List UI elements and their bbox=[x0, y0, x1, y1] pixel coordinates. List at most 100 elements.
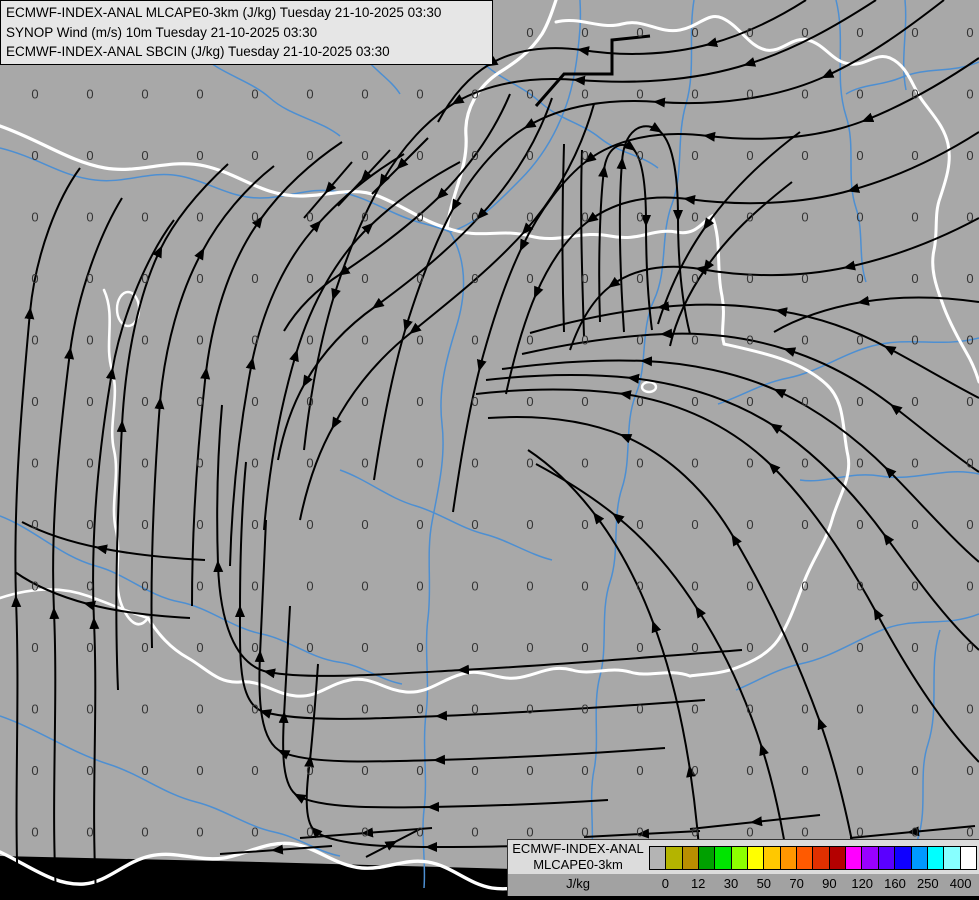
station-value: 0 bbox=[306, 579, 313, 594]
station-value: 0 bbox=[471, 394, 478, 409]
station-value: 0 bbox=[746, 579, 753, 594]
station-value: 0 bbox=[361, 579, 368, 594]
station-value: 0 bbox=[801, 517, 808, 532]
station-value: 0 bbox=[196, 640, 203, 655]
station-value: 0 bbox=[801, 640, 808, 655]
legend-tick-label: 250 bbox=[916, 876, 939, 891]
station-value: 0 bbox=[911, 640, 918, 655]
station-value: 0 bbox=[31, 333, 38, 348]
legend-tick-label: 70 bbox=[789, 876, 804, 891]
station-value: 0 bbox=[691, 210, 698, 225]
station-value: 0 bbox=[141, 517, 148, 532]
title-line-mlcape: ECMWF-INDEX-ANAL MLCAPE0-3km (J/kg) Tues… bbox=[6, 5, 442, 20]
station-value: 0 bbox=[251, 640, 258, 655]
station-value: 0 bbox=[141, 456, 148, 471]
station-value: 0 bbox=[911, 87, 918, 102]
station-value: 0 bbox=[636, 210, 643, 225]
station-value: 0 bbox=[691, 25, 698, 40]
station-value: 0 bbox=[691, 456, 698, 471]
station-value: 0 bbox=[141, 702, 148, 717]
station-value: 0 bbox=[306, 271, 313, 286]
legend-color-cell bbox=[730, 846, 749, 870]
station-value: 0 bbox=[746, 148, 753, 163]
station-value: 0 bbox=[31, 517, 38, 532]
legend-color-cell bbox=[877, 846, 896, 870]
station-value: 0 bbox=[966, 579, 973, 594]
station-value: 0 bbox=[966, 333, 973, 348]
station-value: 0 bbox=[691, 825, 698, 840]
station-value: 0 bbox=[581, 825, 588, 840]
station-value: 0 bbox=[636, 394, 643, 409]
station-value: 0 bbox=[361, 825, 368, 840]
station-value: 0 bbox=[86, 87, 93, 102]
station-value: 0 bbox=[636, 25, 643, 40]
station-value: 0 bbox=[306, 825, 313, 840]
legend-color-cell bbox=[894, 846, 912, 870]
station-value: 0 bbox=[856, 640, 863, 655]
station-value: 0 bbox=[306, 702, 313, 717]
station-value: 0 bbox=[471, 210, 478, 225]
station-value: 0 bbox=[86, 394, 93, 409]
station-value: 0 bbox=[471, 456, 478, 471]
station-value: 0 bbox=[526, 333, 533, 348]
station-value: 0 bbox=[636, 517, 643, 532]
station-value: 0 bbox=[31, 579, 38, 594]
station-value: 0 bbox=[801, 333, 808, 348]
station-value: 0 bbox=[306, 394, 313, 409]
station-value: 0 bbox=[691, 763, 698, 778]
station-value: 0 bbox=[31, 825, 38, 840]
station-value: 0 bbox=[691, 579, 698, 594]
station-value: 0 bbox=[361, 456, 368, 471]
station-value: 0 bbox=[636, 702, 643, 717]
station-value: 0 bbox=[801, 702, 808, 717]
station-value: 0 bbox=[141, 210, 148, 225]
station-value: 0 bbox=[801, 579, 808, 594]
station-value: 0 bbox=[31, 210, 38, 225]
station-value: 0 bbox=[526, 640, 533, 655]
station-value: 0 bbox=[581, 25, 588, 40]
station-value: 0 bbox=[966, 517, 973, 532]
station-value: 0 bbox=[471, 517, 478, 532]
station-value: 0 bbox=[141, 333, 148, 348]
station-value: 0 bbox=[911, 25, 918, 40]
legend-color-cell bbox=[828, 846, 847, 870]
legend-titles: ECMWF-INDEX-ANAL MLCAPE0-3km bbox=[508, 841, 648, 873]
station-value: 0 bbox=[141, 271, 148, 286]
station-value: 0 bbox=[856, 333, 863, 348]
station-value: 0 bbox=[196, 517, 203, 532]
legend-color-cell bbox=[910, 846, 928, 870]
station-value: 0 bbox=[141, 763, 148, 778]
station-value: 0 bbox=[471, 87, 478, 102]
title-line-synop-wind: SYNOP Wind (m/s) 10m Tuesday 21-10-2025 … bbox=[6, 24, 318, 40]
station-value: 0 bbox=[691, 394, 698, 409]
station-value: 0 bbox=[416, 333, 423, 348]
station-value: 0 bbox=[526, 763, 533, 778]
station-value: 0 bbox=[196, 271, 203, 286]
station-value: 0 bbox=[746, 825, 753, 840]
station-value: 0 bbox=[416, 702, 423, 717]
legend-color-cell bbox=[779, 846, 798, 870]
station-value: 0 bbox=[196, 825, 203, 840]
title-line-sbcin: ECMWF-INDEX-ANAL SBCIN (J/kg) Tuesday 21… bbox=[6, 44, 390, 59]
station-value: 0 bbox=[361, 87, 368, 102]
station-value: 0 bbox=[691, 271, 698, 286]
station-value: 0 bbox=[416, 456, 423, 471]
station-value: 0 bbox=[416, 210, 423, 225]
station-value: 0 bbox=[416, 517, 423, 532]
station-value: 0 bbox=[251, 579, 258, 594]
station-value: 0 bbox=[691, 640, 698, 655]
station-value: 0 bbox=[856, 825, 863, 840]
station-value: 0 bbox=[471, 271, 478, 286]
station-value: 0 bbox=[636, 640, 643, 655]
station-value: 0 bbox=[416, 87, 423, 102]
legend-bottom-band: J/kg 0 12 30 50 70 90 120 160 250 400 bbox=[507, 874, 979, 896]
legend-color-cell bbox=[747, 846, 765, 870]
station-value: 0 bbox=[856, 394, 863, 409]
map-title-box: ECMWF-INDEX-ANAL MLCAPE0-3km (J/kg) Tues… bbox=[0, 0, 493, 65]
legend-bottom-edge bbox=[507, 896, 979, 900]
station-value: 0 bbox=[196, 456, 203, 471]
station-value: 0 bbox=[801, 394, 808, 409]
station-value: 0 bbox=[416, 394, 423, 409]
station-value: 0 bbox=[416, 579, 423, 594]
map-canvas: 0 0 0 0 0 0 0 0 0 0 0 0 0 0 0 0 0 0 0 0 0 0 0 0 0 0 0 0 0 0 0 0 0 0 0 0 0 0 0 0… bbox=[0, 0, 979, 900]
